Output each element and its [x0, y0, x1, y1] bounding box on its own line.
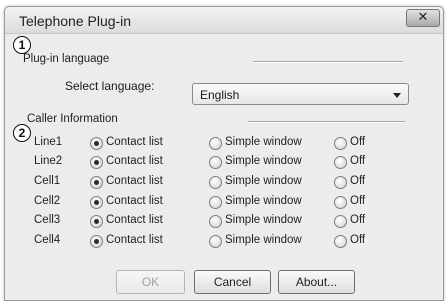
radio-button-simple[interactable]	[209, 176, 222, 189]
caller-information-section-label: Caller Information	[27, 113, 118, 125]
radio-button-simple[interactable]	[209, 137, 222, 150]
radio-label-contact: Contact list	[106, 195, 163, 207]
radio-label-contact: Contact list	[106, 155, 163, 167]
ok-button[interactable]: OK	[116, 270, 185, 294]
caller-row-line2: Line2 Contact list Simple window Off	[5, 154, 443, 172]
caller-row-cell3: Cell3 Contact list Simple window Off	[5, 213, 443, 231]
radio-button-off[interactable]	[334, 137, 347, 150]
radio-button-contact[interactable]	[90, 215, 103, 228]
radio-label-off: Off	[350, 234, 366, 246]
radio-button-contact[interactable]	[90, 235, 103, 248]
radio-button-contact[interactable]	[90, 156, 103, 169]
radio-label-off: Off	[350, 175, 366, 187]
callout-marker-1: 1	[13, 36, 31, 54]
title-bar: Telephone Plug-in ✕	[5, 7, 443, 34]
radio-button-simple[interactable]	[209, 215, 222, 228]
plugin-language-section-label: Plug-in language	[23, 53, 110, 65]
plugin-language-divider	[253, 61, 403, 63]
radio-label-contact: Contact list	[106, 214, 163, 226]
radio-label-simple: Simple window	[225, 234, 302, 246]
about-button[interactable]: About...	[278, 270, 355, 294]
radio-button-off[interactable]	[334, 215, 347, 228]
radio-button-contact[interactable]	[90, 196, 103, 209]
plugin-dialog-window: Telephone Plug-in ✕ 1 Plug-in language S…	[4, 6, 444, 301]
radio-button-simple[interactable]	[209, 196, 222, 209]
radio-button-contact[interactable]	[90, 176, 103, 189]
caller-row-cell2: Cell2 Contact list Simple window Off	[5, 194, 443, 212]
radio-button-simple[interactable]	[209, 156, 222, 169]
radio-button-off[interactable]	[334, 196, 347, 209]
close-button[interactable]: ✕	[406, 9, 440, 27]
radio-button-off[interactable]	[334, 235, 347, 248]
window-title: Telephone Plug-in	[19, 13, 132, 29]
radio-button-off[interactable]	[334, 156, 347, 169]
radio-button-contact[interactable]	[90, 137, 103, 150]
select-language-label: Select language:	[65, 79, 155, 93]
radio-label-simple: Simple window	[225, 195, 302, 207]
radio-button-off[interactable]	[334, 176, 347, 189]
radio-label-off: Off	[350, 136, 366, 148]
radio-label-contact: Contact list	[106, 234, 163, 246]
chevron-down-icon[interactable]	[393, 93, 401, 98]
radio-label-simple: Simple window	[225, 136, 302, 148]
cancel-button[interactable]: Cancel	[194, 270, 271, 294]
radio-button-simple[interactable]	[209, 235, 222, 248]
caller-row-label: Cell4	[34, 234, 61, 246]
caller-row-label: Line2	[34, 155, 63, 167]
caller-row-label: Cell2	[34, 195, 61, 207]
radio-label-contact: Contact list	[106, 136, 163, 148]
caller-row-label: Cell3	[34, 214, 61, 226]
caller-row-label: Line1	[34, 136, 63, 148]
language-select-value: English	[200, 88, 240, 102]
caller-row-cell1: Cell1 Contact list Simple window Off	[5, 174, 443, 192]
radio-label-contact: Contact list	[106, 175, 163, 187]
radio-label-off: Off	[350, 155, 366, 167]
caller-information-divider	[248, 121, 405, 123]
radio-label-simple: Simple window	[225, 214, 302, 226]
radio-label-simple: Simple window	[225, 155, 302, 167]
language-select[interactable]: English	[192, 83, 409, 105]
radio-label-off: Off	[350, 214, 366, 226]
caller-row-line1: Line1 Contact list Simple window Off	[5, 135, 443, 153]
radio-label-off: Off	[350, 195, 366, 207]
caller-row-cell4: Cell4 Contact list Simple window Off	[5, 233, 443, 251]
radio-label-simple: Simple window	[225, 175, 302, 187]
caller-row-label: Cell1	[34, 175, 61, 187]
